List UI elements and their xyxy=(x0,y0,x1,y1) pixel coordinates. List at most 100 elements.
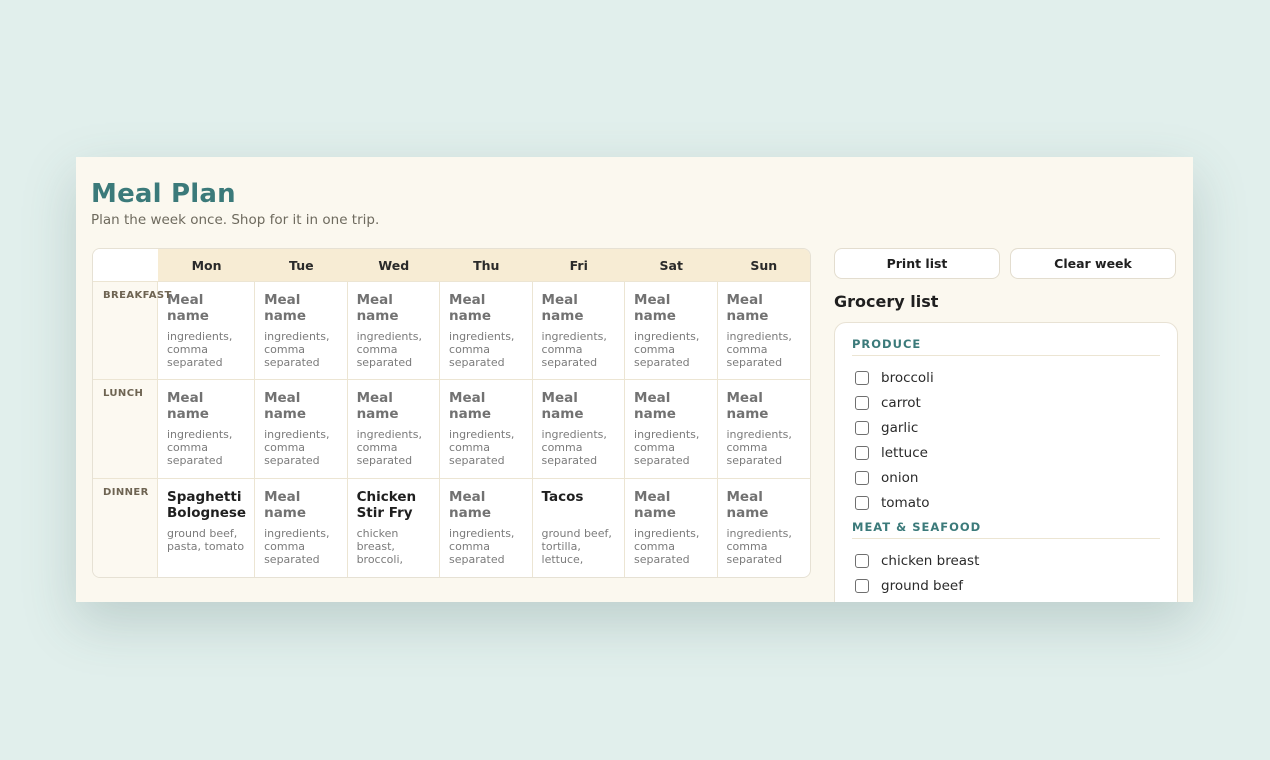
meal-cell[interactable]: Chicken Stir Fry chicken breast, broccoli… xyxy=(348,478,441,577)
grocery-item[interactable]: onion xyxy=(852,465,1160,490)
meal-ingredients[interactable]: ground beef, tortilla, lettuce, xyxy=(542,527,616,566)
meal-ingredients[interactable]: ingredients, comma separated xyxy=(357,330,431,369)
meal-cell[interactable]: Meal name ingredients, comma separated xyxy=(158,282,256,381)
day-header-fri: Fri xyxy=(532,249,626,282)
meal-name[interactable]: Meal name xyxy=(727,489,802,521)
meal-cell[interactable]: Meal name ingredients, comma separated xyxy=(440,282,533,381)
grocery-item-label: lettuce xyxy=(881,444,928,461)
meal-ingredients[interactable]: ingredients, comma separated xyxy=(634,428,708,467)
meal-ingredients[interactable]: ingredients, comma separated xyxy=(264,527,338,566)
meal-cell[interactable]: Meal name ingredients, comma separated xyxy=(440,478,533,577)
meal-name[interactable]: Meal name xyxy=(357,292,431,324)
meal-cell[interactable]: Meal name ingredients, comma separated xyxy=(718,479,810,577)
meal-name[interactable]: Meal name xyxy=(727,390,802,422)
meal-name[interactable]: Tacos xyxy=(542,489,616,521)
day-header-sat: Sat xyxy=(625,249,718,282)
grocery-item[interactable]: chicken breast xyxy=(852,548,1160,573)
meal-name[interactable]: Meal name xyxy=(449,390,523,422)
meal-cell[interactable]: Meal name ingredients, comma separated xyxy=(440,380,533,479)
meal-cell[interactable]: Meal name ingredients, comma separated xyxy=(532,380,626,479)
clear-week-button[interactable]: Clear week xyxy=(1010,248,1176,279)
meal-cell[interactable]: Meal name ingredients, comma separated xyxy=(625,380,718,479)
grocery-list-panel: PRODUCE broccoli carrot garlic lettuce onion t… xyxy=(834,322,1178,602)
grocery-item[interactable]: garlic xyxy=(852,415,1160,440)
grocery-item[interactable]: ground beef xyxy=(852,573,1160,598)
meal-cell[interactable]: Meal name ingredients, comma separated xyxy=(532,282,626,381)
grocery-list-title: Grocery list xyxy=(834,292,939,311)
meal-ingredients[interactable]: ingredients, comma separated xyxy=(727,330,802,369)
page-subtitle: Plan the week once. Shop for it in one t… xyxy=(91,212,380,228)
meal-ingredients[interactable]: ingredients, comma separated xyxy=(542,428,616,467)
grocery-item-checkbox[interactable] xyxy=(855,445,869,460)
print-list-button[interactable]: Print list xyxy=(834,248,1000,279)
meal-cell[interactable]: Meal name ingredients, comma separated xyxy=(625,478,718,577)
meal-ingredients[interactable]: ingredients, comma separated xyxy=(167,330,246,369)
meal-name[interactable]: Meal name xyxy=(449,292,523,324)
meal-cell[interactable]: Meal name ingredients, comma separated xyxy=(347,282,441,381)
meal-name[interactable]: Meal name xyxy=(634,390,708,422)
meal-name[interactable]: Meal name xyxy=(634,292,708,324)
meal-ingredients[interactable]: chicken breast, broccoli, xyxy=(357,527,431,566)
meal-cell[interactable]: Meal name ingredients, comma separated xyxy=(255,380,348,479)
meal-cell[interactable]: Tacos ground beef, tortilla, lettuce, xyxy=(533,478,626,577)
meal-cell[interactable]: Meal name ingredients, comma separated xyxy=(717,380,810,479)
meal-name[interactable]: Meal name xyxy=(542,390,616,422)
meal-name[interactable]: Meal name xyxy=(727,292,802,324)
meal-ingredients[interactable]: ingredients, comma separated xyxy=(634,527,708,566)
grocery-item-checkbox[interactable] xyxy=(855,395,869,410)
meal-name[interactable]: Meal name xyxy=(167,390,246,422)
meal-ingredients[interactable]: ingredients, comma separated xyxy=(449,428,523,467)
grocery-item-label: onion xyxy=(881,469,919,486)
grocery-item[interactable]: broccoli xyxy=(852,365,1160,390)
meal-cell[interactable]: Meal name ingredients, comma separated xyxy=(255,282,348,381)
meal-name[interactable]: Meal name xyxy=(167,292,246,324)
meal-ingredients[interactable]: ingredients, comma separated xyxy=(449,330,523,369)
grocery-item[interactable]: lettuce xyxy=(852,440,1160,465)
meal-name[interactable]: Meal name xyxy=(264,292,338,324)
grocery-category-title: MEAT & SEAFOOD xyxy=(852,520,1160,539)
grocery-item-checkbox[interactable] xyxy=(855,578,869,593)
grocery-item-label: chicken breast xyxy=(881,552,980,569)
grocery-item-checkbox[interactable] xyxy=(855,370,869,385)
meal-name[interactable]: Meal name xyxy=(449,489,523,521)
meal-row-label-dinner: DINNER xyxy=(93,478,158,577)
meal-ingredients[interactable]: ingredients, comma separated xyxy=(727,428,802,467)
meal-name[interactable]: Chicken Stir Fry xyxy=(357,489,431,521)
meal-ingredients[interactable]: ingredients, comma separated xyxy=(264,330,338,369)
meal-name[interactable]: Meal name xyxy=(264,390,338,422)
meal-cell[interactable]: Spaghetti Bolognese ground beef, pasta, t… xyxy=(158,478,256,577)
grocery-item-checkbox[interactable] xyxy=(855,495,869,510)
grocery-item-label: carrot xyxy=(881,394,921,411)
grocery-category: PRODUCE broccoli carrot garlic lettuce onion t… xyxy=(852,337,1160,515)
meal-name[interactable]: Meal name xyxy=(542,292,616,324)
meal-cell[interactable]: Meal name ingredients, comma separated xyxy=(717,282,810,381)
grocery-item[interactable]: carrot xyxy=(852,390,1160,415)
grocery-item-checkbox[interactable] xyxy=(855,420,869,435)
grocery-item-label: garlic xyxy=(881,419,919,436)
meal-name[interactable]: Meal name xyxy=(264,489,338,521)
grocery-item[interactable]: tomato xyxy=(852,490,1160,515)
meal-ingredients[interactable]: ingredients, comma separated xyxy=(727,527,802,566)
meal-name[interactable]: Spaghetti Bolognese xyxy=(167,489,246,521)
day-header-sun: Sun xyxy=(717,249,810,282)
meal-ingredients[interactable]: ingredients, comma separated xyxy=(449,527,523,566)
meal-ingredients[interactable]: ingredients, comma separated xyxy=(167,428,246,467)
meal-ingredients[interactable]: ingredients, comma separated xyxy=(634,330,708,369)
grocery-item-checkbox[interactable] xyxy=(855,470,869,485)
day-header-thu: Thu xyxy=(440,249,533,282)
grocery-item-label: broccoli xyxy=(881,369,934,386)
meal-ingredients[interactable]: ingredients, comma separated xyxy=(264,428,338,467)
meal-name[interactable]: Meal name xyxy=(634,489,708,521)
week-grid: Mon Tue Wed Thu Fri Sat Sun BREAKFAST Meal name i… xyxy=(92,248,811,578)
grocery-category-title: PRODUCE xyxy=(852,337,1160,356)
meal-ingredients[interactable]: ground beef, pasta, tomato xyxy=(167,527,246,553)
meal-cell[interactable]: Meal name ingredients, comma separated xyxy=(347,380,441,479)
meal-cell[interactable]: Meal name ingredients, comma separated xyxy=(625,282,718,381)
day-header-wed: Wed xyxy=(347,249,441,282)
meal-ingredients[interactable]: ingredients, comma separated xyxy=(542,330,616,369)
meal-cell[interactable]: Meal name ingredients, comma separated xyxy=(255,478,348,577)
meal-ingredients[interactable]: ingredients, comma separated xyxy=(357,428,431,467)
meal-cell[interactable]: Meal name ingredients, comma separated xyxy=(158,380,256,479)
grocery-item-checkbox[interactable] xyxy=(855,553,869,568)
meal-name[interactable]: Meal name xyxy=(357,390,431,422)
